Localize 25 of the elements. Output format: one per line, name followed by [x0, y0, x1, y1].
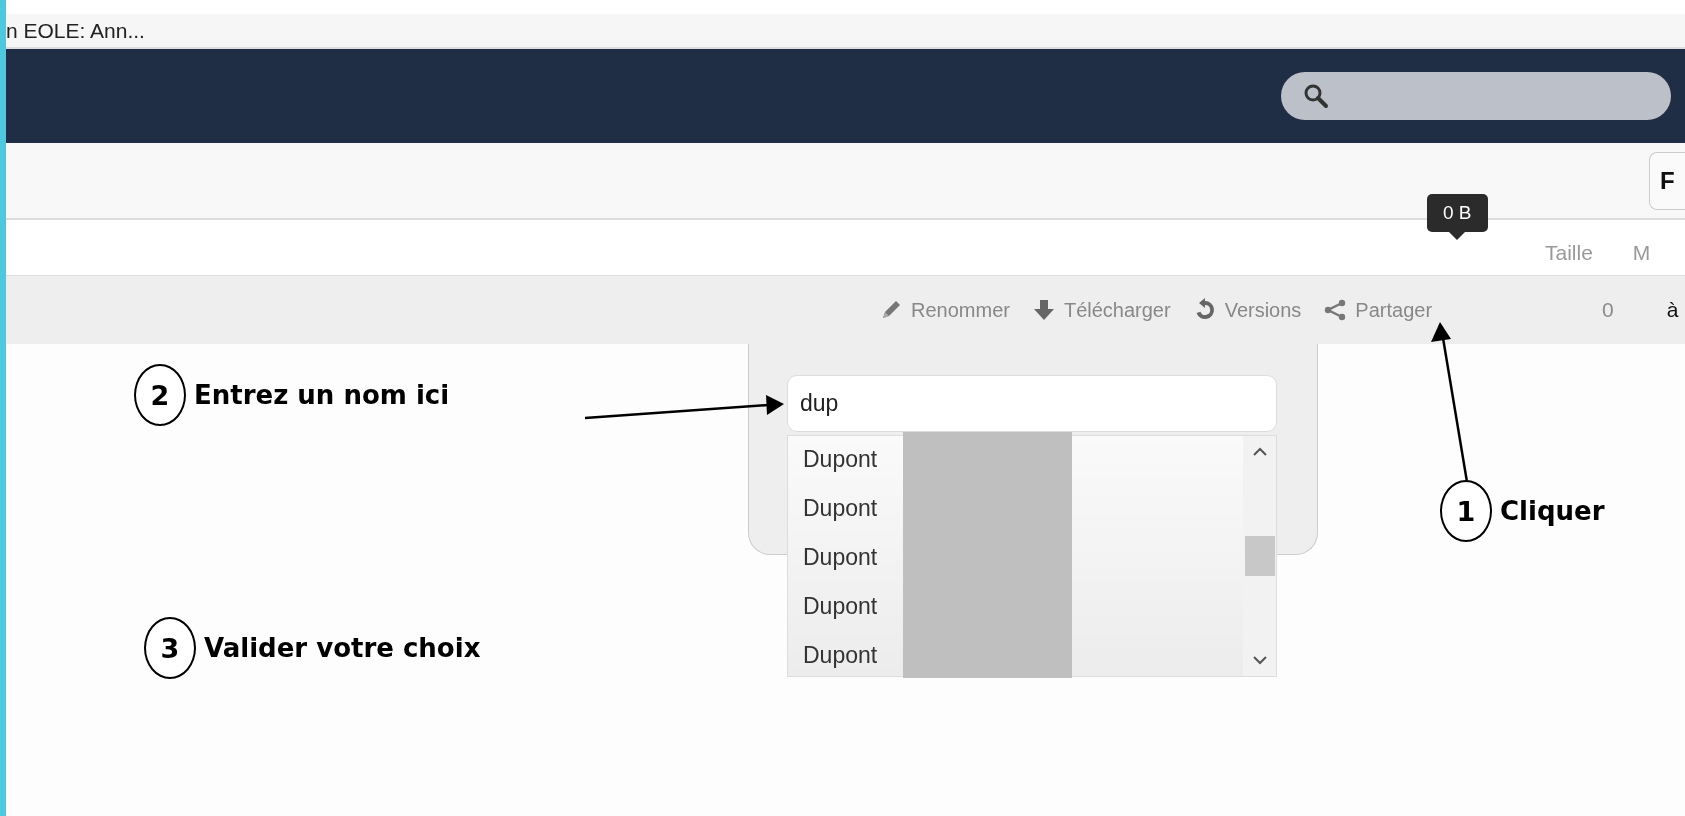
suggestion-item[interactable]: Dupont [803, 487, 1243, 536]
suggestion-item[interactable]: Dupont [803, 585, 1243, 634]
size-cell: 0 [1602, 298, 1614, 322]
scroll-up-icon [1251, 446, 1268, 458]
suggestion-item[interactable]: Dupont [803, 438, 1243, 487]
size-tooltip: 0 B [1427, 194, 1488, 240]
step-number-circle: 1 [1440, 480, 1492, 542]
search-field[interactable] [1281, 72, 1671, 120]
step-instruction: Valider votre choix [204, 633, 481, 663]
step-number-circle: 3 [144, 617, 196, 679]
toolbar-button[interactable]: F [1649, 151, 1685, 210]
share-icon [1323, 298, 1348, 322]
scrollbar-thumb[interactable] [1244, 536, 1275, 576]
suggestion-item[interactable]: Dupont [803, 634, 1243, 676]
scrollbar[interactable] [1243, 436, 1276, 676]
share-name-field[interactable]: dup [787, 375, 1277, 432]
browser-tab-title[interactable]: n EOLE: Ann... [6, 18, 145, 43]
step-instruction: Cliquer [1500, 496, 1605, 526]
step-number-circle: 2 [134, 364, 186, 426]
scroll-down-icon [1251, 654, 1268, 666]
download-arrow-icon [1031, 298, 1056, 322]
suggestion-item[interactable]: Dupont [803, 536, 1243, 585]
search-icon [1303, 83, 1329, 109]
step-instruction: Entrez un nom ici [194, 380, 450, 410]
table-cell: à [1666, 298, 1679, 322]
